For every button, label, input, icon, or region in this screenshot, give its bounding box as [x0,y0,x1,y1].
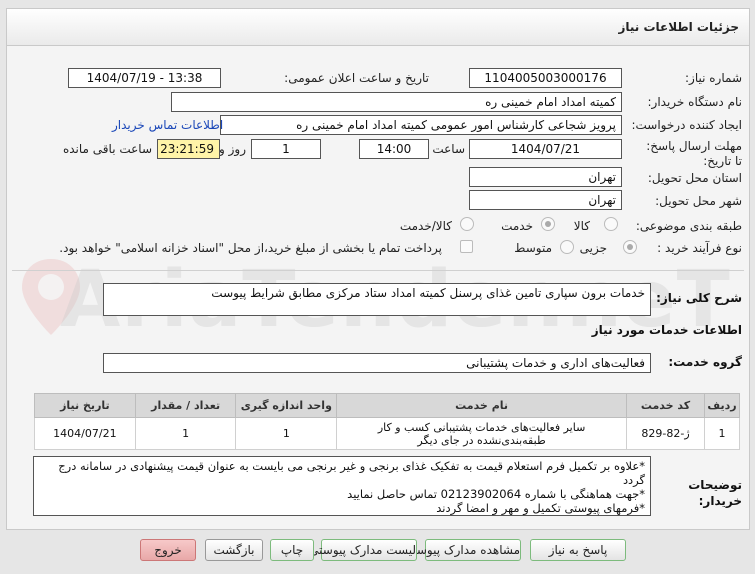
days-label: روز و [219,142,246,156]
reply-button[interactable]: پاسخ به نیاز [530,539,626,561]
section-divider [12,270,744,271]
process-option-minor: جزیی [579,241,607,255]
announce-label: تاریخ و ساعت اعلان عمومی: [284,71,429,85]
cell-date: 1404/07/21 [34,417,136,450]
description-label: شرح کلی نیاز: [656,291,742,305]
creator-field: پرویز شجاعی کارشناس امور عمومی کمیته امد… [220,115,622,135]
page-header: جزئیات اطلاعات نیاز [6,8,750,46]
col-date: تاریخ نیاز [34,393,136,418]
category-radio-goods[interactable] [604,217,618,231]
cell-qty: 1 [134,417,237,450]
payment-note: پرداخت تمام یا بخشی از مبلغ خرید،از محل … [59,241,442,255]
category-label: طبقه بندی موضوعی: [635,219,742,233]
table-header-row: ردیف کد خدمت نام خدمت واحد اندازه گیری ت… [34,393,740,418]
service-group-label: گروه خدمت: [668,355,742,369]
buyer-notes-label: توضیحات خریدار: [688,478,742,508]
category-option-goods-service: کالا/خدمت [399,219,452,233]
process-label: نوع فرآیند خرید : [657,241,742,255]
deadline-time-field: 14:00 [359,139,429,159]
city-label: شهر محل تحویل: [655,194,742,208]
back-button[interactable]: بازگشت [205,539,263,561]
table-row: 1 ژ-82-829 سایر فعالیت‌های خدمات پشتیبان… [34,417,740,450]
need-number-field: 1104005003000176 [469,68,622,88]
treasury-payment-checkbox[interactable] [460,240,473,253]
print-button[interactable]: چاپ [270,539,314,561]
process-radio-minor[interactable] [623,240,637,254]
col-code: کد خدمت [625,393,706,418]
service-group-field: فعالیت‌های اداری و خدمات پشتیبانی [103,353,651,373]
cell-unit: 1 [235,417,338,450]
cell-row: 1 [704,417,740,450]
need-number-label: شماره نیاز: [685,71,742,85]
services-table: ردیف کد خدمت نام خدمت واحد اندازه گیری ت… [34,393,740,450]
province-field: تهران [469,167,622,187]
remaining-time-field: 23:21:59 [157,139,220,159]
city-field: تهران [469,190,622,210]
remaining-label: ساعت باقی مانده [62,142,152,156]
page-title: جزئیات اطلاعات نیاز [618,20,739,34]
deadline-label: مهلت ارسال پاسخ: تا تاریخ: [646,139,742,168]
cell-name: سایر فعالیت‌های خدمات پشتیبانی کسب و کار… [336,417,627,450]
note-line: *علاوه بر تکمیل فرم استعلام قیمت به تفکی… [58,459,645,487]
category-radio-goods-service[interactable] [460,217,474,231]
announce-field: 1404/07/19 - 13:38 [68,68,221,88]
buyer-notes-field: *علاوه بر تکمیل فرم استعلام قیمت به تفکی… [33,456,651,516]
deadline-time-label: ساعت [432,142,465,156]
category-radio-service[interactable] [541,217,555,231]
days-field: 1 [251,139,321,159]
deadline-date-field: 1404/07/21 [469,139,622,159]
col-unit: واحد اندازه گیری [235,393,338,418]
view-documents-button[interactable]: مشاهده مدارک پیوستی [403,539,521,561]
cell-code: ژ-82-829 [625,417,706,450]
province-label: استان محل تحویل: [647,171,742,185]
buyer-org-label: نام دستگاه خریدار: [647,95,743,109]
attachments-list-button[interactable]: لیست مدارک پیوستی (2) [288,539,417,561]
col-name: نام خدمت [336,393,627,418]
description-field: خدمات برون سپاری تامین غذای پرسنل کمیته … [103,283,651,316]
col-qty: تعداد / مقدار [134,393,237,418]
process-option-medium: متوسط [514,241,552,255]
buyer-org-field: کمیته امداد امام خمینی ره [171,92,622,112]
category-option-service: خدمت [501,219,533,233]
exit-button[interactable]: خروج [140,539,196,561]
creator-label: ایجاد کننده درخواست: [631,118,742,132]
contact-info-link[interactable]: اطلاعات تماس خریدار [112,118,223,132]
note-line: *فرمهای پیوستی تکمیل و مهر و امضا گردند [436,501,645,515]
process-radio-medium[interactable] [560,240,574,254]
col-row: ردیف [704,393,740,418]
note-line: *جهت هماهنگی با شماره 02123902064 تماس ح… [347,487,645,501]
category-option-goods: کالا [573,219,590,233]
services-section-title: اطلاعات خدمات مورد نیاز [591,323,742,337]
